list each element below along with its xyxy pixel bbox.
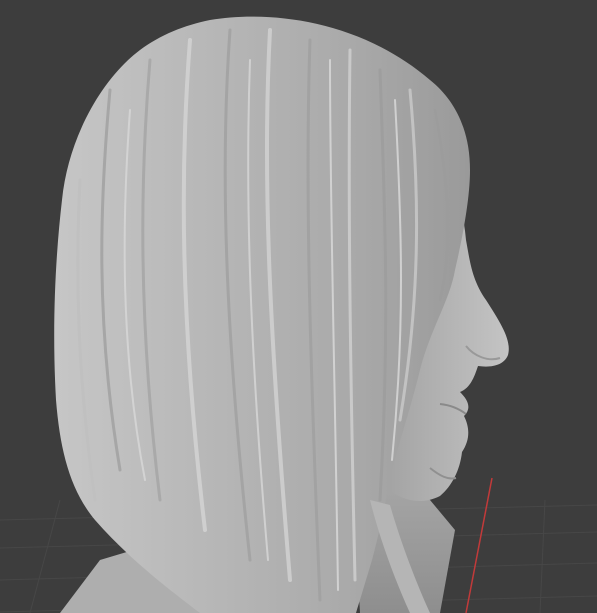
3d-viewport[interactable] [0,0,597,613]
x-axis-line [465,477,493,613]
viewport-canvas[interactable] [0,0,597,613]
